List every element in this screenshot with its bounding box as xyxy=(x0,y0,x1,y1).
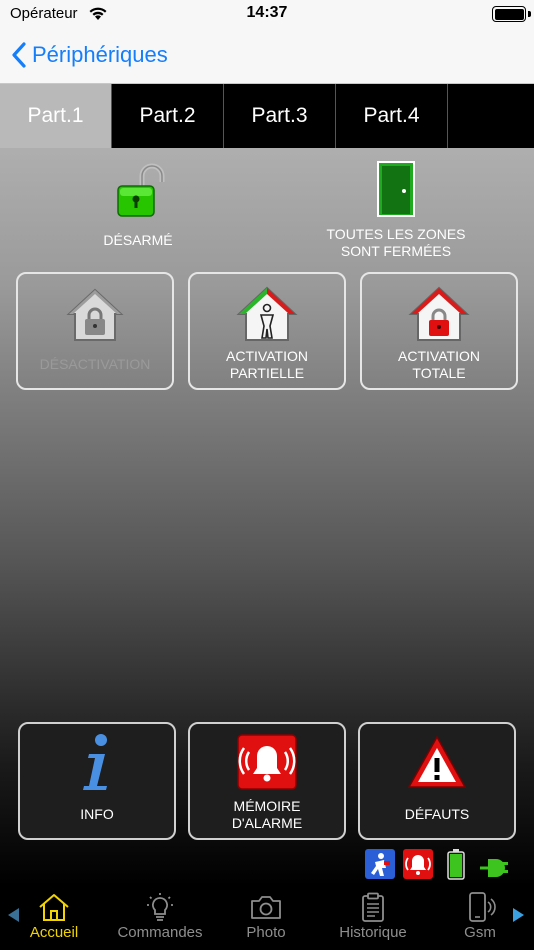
partial-activation-label-line-1: ACTIVATION xyxy=(226,348,308,364)
tab-empty xyxy=(448,84,528,148)
warning-triangle-icon xyxy=(407,735,467,788)
chevron-left-icon xyxy=(12,42,26,68)
scroll-right-arrow-icon[interactable] xyxy=(513,908,524,922)
back-button[interactable]: Périphériques xyxy=(12,38,168,72)
back-label: Périphériques xyxy=(32,42,168,67)
tabbar-item-photo[interactable]: Photo xyxy=(214,892,318,941)
total-activation-label-line-2: TOTALE xyxy=(412,365,466,381)
tabbar-label-gsm: Gsm xyxy=(464,924,496,941)
deactivate-label: DÉSACTIVATION xyxy=(39,356,151,372)
alarm-memory-label-line-1: MÉMOIRE xyxy=(233,798,301,814)
bottom-tab-bar: Accueil Commandes Photo Historique Gsm xyxy=(0,886,534,950)
battery-tip xyxy=(528,11,531,17)
status-bar: Opérateur 14:37 xyxy=(0,0,534,28)
home-icon xyxy=(39,894,69,921)
tab-part-3[interactable]: Part.3 xyxy=(224,84,336,148)
tab-part-1[interactable]: Part.1 xyxy=(0,84,112,148)
tabbar-label-commandes: Commandes xyxy=(117,924,203,941)
lightbulb-icon xyxy=(147,893,173,921)
info-label: INFO xyxy=(80,806,114,822)
armed-state-label: DÉSARMÉ xyxy=(103,232,173,248)
tabbar-item-accueil[interactable]: Accueil xyxy=(2,892,106,941)
closed-door-icon xyxy=(377,161,415,217)
tabbar-label-photo: Photo xyxy=(246,924,286,941)
clock: 14:37 xyxy=(246,4,288,21)
deactivate-button[interactable]: DÉSACTIVATION xyxy=(16,272,174,390)
info-icon xyxy=(83,734,107,790)
navigation-bar: Périphériques xyxy=(0,28,534,84)
camera-icon xyxy=(251,896,281,919)
info-button[interactable]: INFO xyxy=(18,722,176,840)
unlocked-padlock-icon xyxy=(117,163,165,217)
phone-icon xyxy=(469,892,496,922)
siren-icon xyxy=(403,849,433,879)
tab-part-4[interactable]: Part.4 xyxy=(336,84,448,148)
battery-full-icon xyxy=(447,849,465,880)
alarm-memory-label-line-2: D'ALARME xyxy=(231,815,303,831)
main-panel: Part.1 Part.2 Part.3 Part.4 DÉSARMÉ TOUT… xyxy=(0,84,534,886)
zones-state: TOUTES LES ZONES SONT FERMÉES xyxy=(306,160,486,260)
alarm-memory-button[interactable]: MÉMOIRE D'ALARME xyxy=(188,722,346,840)
partial-activation-label-line-2: PARTIELLE xyxy=(229,365,305,381)
total-activation-button[interactable]: ACTIVATION TOTALE xyxy=(360,272,518,390)
total-activation-label-line-1: ACTIVATION xyxy=(398,348,480,364)
tabbar-item-commandes[interactable]: Commandes xyxy=(108,892,212,941)
intruder-icon xyxy=(365,849,395,879)
tabbar-label-historique: Historique xyxy=(339,924,407,941)
battery-icon xyxy=(492,6,526,22)
power-plug-icon xyxy=(480,859,508,877)
zones-label-line-2: SONT FERMÉES xyxy=(340,243,452,259)
tabbar-label-accueil: Accueil xyxy=(29,924,79,941)
faults-button[interactable]: DÉFAUTS xyxy=(358,722,516,840)
zones-label-line-1: TOUTES LES ZONES xyxy=(326,226,466,242)
status-indicators xyxy=(364,848,510,880)
house-person-icon xyxy=(236,286,298,341)
armed-state: DÉSARMÉ xyxy=(88,162,188,249)
partial-activation-button[interactable]: ACTIVATION PARTIELLE xyxy=(188,272,346,390)
clipboard-icon xyxy=(362,892,384,922)
house-padlock-grey-icon xyxy=(66,288,124,341)
tabbar-item-historique[interactable]: Historique xyxy=(321,892,425,941)
alarm-bell-icon xyxy=(237,734,297,790)
partition-tabs: Part.1 Part.2 Part.3 Part.4 xyxy=(0,84,534,148)
faults-label: DÉFAUTS xyxy=(404,806,470,822)
tab-part-2[interactable]: Part.2 xyxy=(112,84,224,148)
house-padlock-red-icon xyxy=(408,286,470,341)
